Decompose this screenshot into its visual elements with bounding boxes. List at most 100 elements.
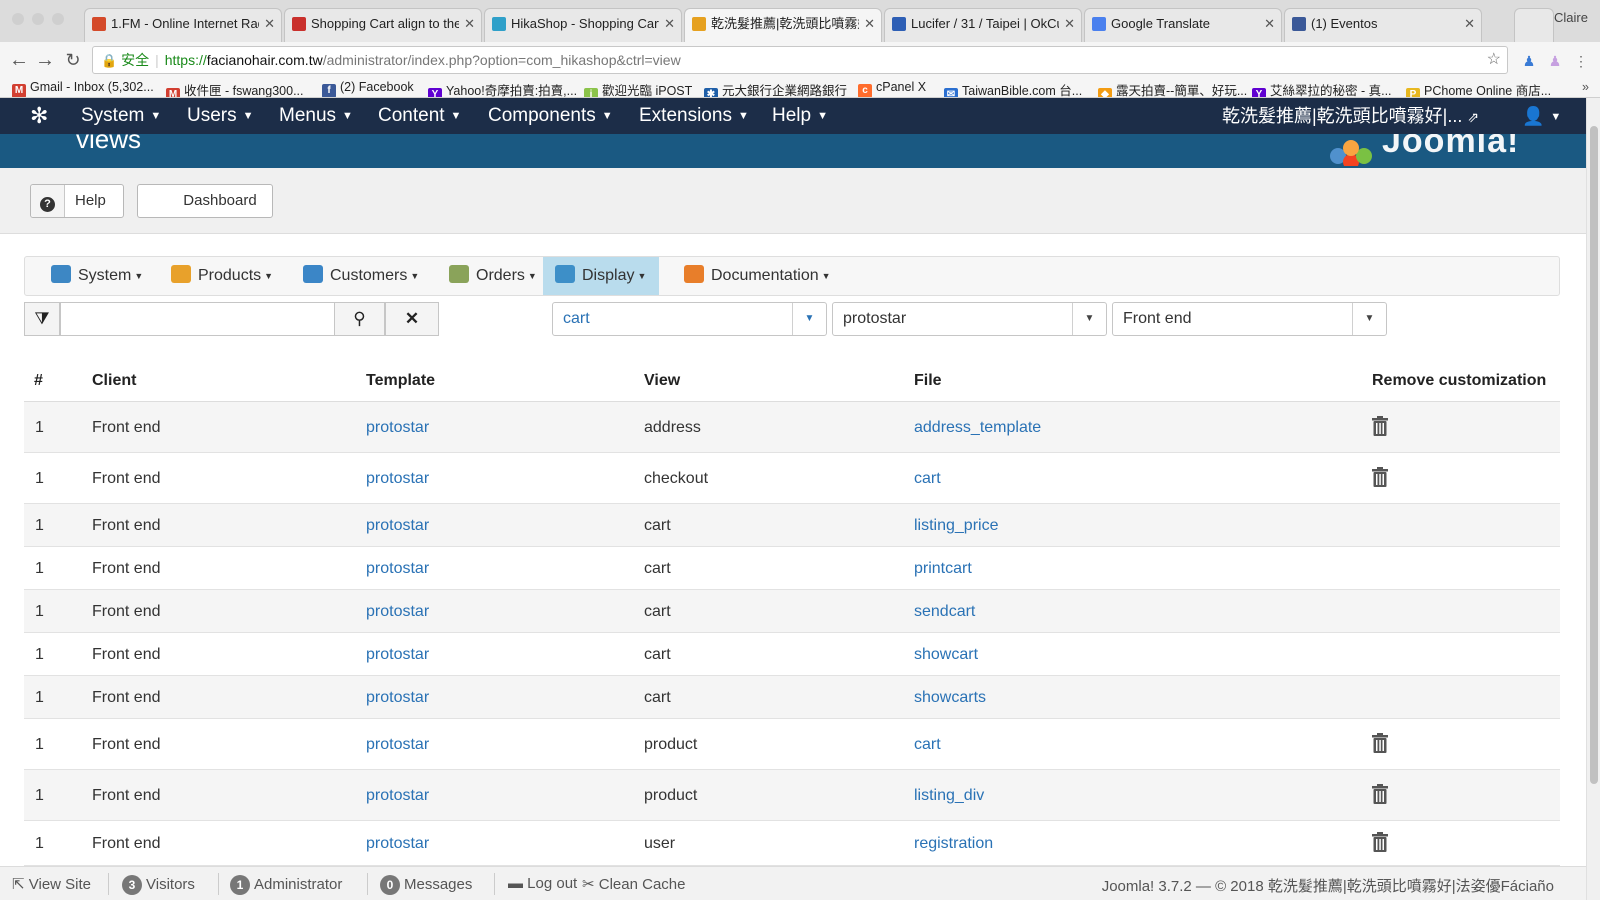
trash-icon[interactable] bbox=[1371, 832, 1389, 852]
more-bookmarks-icon[interactable]: » bbox=[1582, 80, 1589, 94]
admin-menu-users[interactable]: Users ▼ bbox=[187, 98, 254, 134]
row-file-link[interactable]: address_template bbox=[914, 419, 1041, 437]
close-icon[interactable]: ✕ bbox=[864, 9, 875, 39]
site-name-link[interactable]: 乾洗髮推薦|乾洗頭比噴霧好|... ⇗ bbox=[1222, 98, 1479, 135]
row-template-link[interactable]: protostar bbox=[366, 646, 429, 664]
admin-menu-menus[interactable]: Menus ▼ bbox=[279, 98, 353, 134]
row-file-link[interactable]: showcart bbox=[914, 646, 978, 664]
new-tab-button[interactable] bbox=[1514, 8, 1554, 42]
hikashop-menu-products[interactable]: Products ▼ bbox=[159, 257, 285, 295]
bookmark-item[interactable]: i 歡迎光臨 iPOST bbox=[584, 80, 692, 97]
messages-link[interactable]: 0 Messages bbox=[380, 875, 472, 895]
row-file-link[interactable]: sendcart bbox=[914, 603, 975, 621]
close-icon[interactable]: ✕ bbox=[264, 9, 275, 39]
logout-link[interactable]: ▬ Log out bbox=[508, 875, 577, 892]
bookmark-favicon-icon: M bbox=[166, 88, 180, 97]
browser-tab[interactable]: 乾洗髮推薦|乾洗頭比噴霧好 ✕ bbox=[684, 8, 882, 43]
administrators-link[interactable]: 1 Administrator bbox=[230, 875, 342, 895]
extension-icon[interactable]: ♟ bbox=[1546, 52, 1564, 70]
close-icon[interactable]: ✕ bbox=[464, 9, 475, 39]
row-template-link[interactable]: protostar bbox=[366, 835, 429, 853]
bookmark-item[interactable]: ◆ 露天拍賣--簡單、好玩... bbox=[1098, 80, 1247, 97]
row-file-link[interactable]: listing_div bbox=[914, 787, 984, 805]
view-select[interactable]: cart ▼ bbox=[552, 302, 827, 336]
admin-menu-extensions[interactable]: Extensions ▼ bbox=[639, 98, 749, 134]
row-file-link[interactable]: cart bbox=[914, 736, 941, 754]
clear-search-button[interactable]: ✕ bbox=[385, 302, 439, 336]
window-close-button[interactable] bbox=[12, 13, 24, 25]
row-template-link[interactable]: protostar bbox=[366, 787, 429, 805]
browser-tab[interactable]: Shopping Cart align to the ✕ bbox=[284, 8, 482, 42]
row-file-link[interactable]: showcarts bbox=[914, 689, 986, 707]
scrollbar-thumb[interactable] bbox=[1590, 126, 1598, 784]
profile-name[interactable]: Claire bbox=[1554, 10, 1588, 25]
bookmark-star-icon[interactable]: ☆ bbox=[1487, 47, 1501, 73]
row-template-link[interactable]: protostar bbox=[366, 736, 429, 754]
hikashop-menu-orders[interactable]: Orders ▼ bbox=[437, 257, 539, 295]
admin-menu-content[interactable]: Content ▼ bbox=[378, 98, 461, 134]
row-client: Front end bbox=[92, 835, 161, 852]
row-file-link[interactable]: printcart bbox=[914, 560, 972, 578]
window-zoom-button[interactable] bbox=[52, 13, 64, 25]
hikashop-menu-documentation[interactable]: Documentation ▼ bbox=[672, 257, 842, 295]
dashboard-button[interactable]: Dashboard bbox=[137, 184, 273, 218]
browser-menu-icon[interactable]: ⋮ bbox=[1572, 52, 1590, 70]
bookmark-item[interactable]: f (2) Facebook bbox=[322, 80, 414, 97]
row-template-link[interactable]: protostar bbox=[366, 470, 429, 488]
template-select[interactable]: protostar ▼ bbox=[832, 302, 1107, 336]
hikashop-menu-customers[interactable]: Customers ▼ bbox=[291, 257, 433, 295]
close-icon[interactable]: ✕ bbox=[664, 9, 675, 39]
bookmark-item[interactable]: M 收件匣 - fswang300... bbox=[166, 80, 304, 97]
tab-favicon-icon bbox=[492, 17, 506, 31]
row-template-link[interactable]: protostar bbox=[366, 603, 429, 621]
reload-icon[interactable]: ↻ bbox=[62, 49, 84, 71]
joomla-logo-icon[interactable]: ✻ bbox=[30, 105, 48, 127]
browser-tab[interactable]: (1) Eventos ✕ bbox=[1284, 8, 1482, 42]
bookmark-item[interactable]: ✱ 元大銀行企業網路銀行 bbox=[704, 80, 847, 97]
search-input[interactable] bbox=[60, 302, 335, 336]
row-template-link[interactable]: protostar bbox=[366, 419, 429, 437]
address-bar[interactable]: 🔒 安全 | https://facianohair.com.tw/administ… bbox=[92, 46, 1508, 74]
page-scrollbar[interactable] bbox=[1586, 98, 1600, 900]
hikashop-menu-display[interactable]: Display ▼ bbox=[543, 257, 659, 295]
row-file-link[interactable]: registration bbox=[914, 835, 993, 853]
window-minimize-button[interactable] bbox=[32, 13, 44, 25]
search-button[interactable]: ⚲ bbox=[334, 302, 385, 336]
row-template-link[interactable]: protostar bbox=[366, 689, 429, 707]
visitors-link[interactable]: 3 Visitors bbox=[122, 875, 195, 895]
close-icon[interactable]: ✕ bbox=[1064, 9, 1075, 39]
trash-icon[interactable] bbox=[1371, 733, 1389, 753]
forward-icon[interactable]: → bbox=[34, 49, 56, 71]
browser-tab[interactable]: Lucifer / 31 / Taipei | OkCu ✕ bbox=[884, 8, 1082, 42]
trash-icon[interactable] bbox=[1371, 467, 1389, 487]
extension-icon[interactable]: ♟ bbox=[1520, 52, 1538, 70]
admin-menu-components[interactable]: Components ▼ bbox=[488, 98, 613, 134]
bookmark-item[interactable]: c cPanel X bbox=[858, 80, 926, 97]
view-site-link[interactable]: ⇱ View Site bbox=[12, 875, 91, 893]
row-template-link[interactable]: protostar bbox=[366, 517, 429, 535]
user-menu-icon[interactable]: 👤 ▼ bbox=[1522, 98, 1561, 135]
bookmark-item[interactable]: Y 艾絲翠拉的秘密 - 真... bbox=[1252, 80, 1392, 97]
bookmark-item[interactable]: ✉ TaiwanBible.com 台... bbox=[944, 80, 1082, 97]
admin-menu-help[interactable]: Help ▼ bbox=[772, 98, 828, 134]
browser-tab[interactable]: 1.FM - Online Internet Radio ✕ bbox=[84, 8, 282, 42]
browser-tab[interactable]: HikaShop - Shopping Cart ✕ bbox=[484, 8, 682, 42]
bookmark-item[interactable]: Y Yahoo!奇摩拍賣:拍賣,... bbox=[428, 80, 577, 97]
row-template-link[interactable]: protostar bbox=[366, 560, 429, 578]
admin-menu-system[interactable]: System ▼ bbox=[81, 98, 161, 134]
close-icon[interactable]: ✕ bbox=[1464, 9, 1475, 39]
help-button[interactable]: ? Help bbox=[30, 184, 124, 218]
clean-cache-link[interactable]: ✂ Clean Cache bbox=[582, 875, 685, 893]
row-file-link[interactable]: listing_price bbox=[914, 517, 998, 535]
filter-toggle-button[interactable]: ⧩ bbox=[24, 302, 60, 336]
close-icon[interactable]: ✕ bbox=[1264, 9, 1275, 39]
bookmark-item[interactable]: P PChome Online 商店... bbox=[1406, 80, 1551, 97]
row-file-link[interactable]: cart bbox=[914, 470, 941, 488]
client-select[interactable]: Front end ▼ bbox=[1112, 302, 1387, 336]
browser-tab[interactable]: Google Translate ✕ bbox=[1084, 8, 1282, 42]
trash-icon[interactable] bbox=[1371, 784, 1389, 804]
hikashop-menu-system[interactable]: System ▼ bbox=[39, 257, 155, 295]
bookmark-item[interactable]: M Gmail - Inbox (5,302... bbox=[12, 80, 154, 97]
back-icon[interactable]: ← bbox=[8, 49, 30, 71]
trash-icon[interactable] bbox=[1371, 416, 1389, 436]
